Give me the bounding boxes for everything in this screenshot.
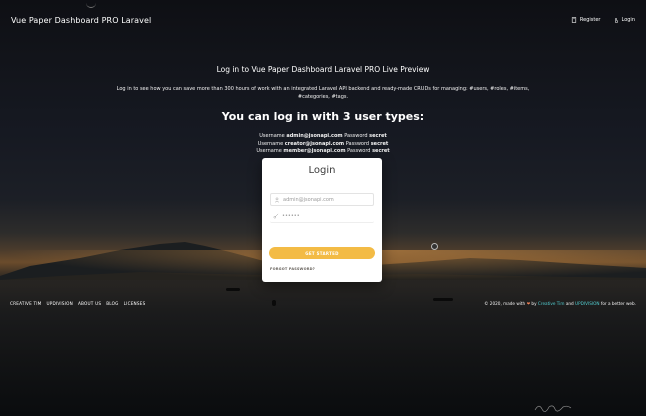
- username-label: Username: [256, 148, 282, 154]
- username-value: creator@jsonapi.com: [284, 140, 345, 147]
- username-value: member@jsonapi.com: [283, 148, 346, 154]
- updivision-link[interactable]: UPDIVISION: [575, 301, 599, 306]
- password-label: Password: [345, 140, 370, 147]
- creative-tim-link[interactable]: Creative Tim: [538, 301, 565, 306]
- copyright-and: and: [565, 300, 574, 306]
- username-label: Username: [259, 133, 285, 139]
- copyright-suffix: for a better web.: [600, 300, 636, 306]
- register-link[interactable]: Register: [571, 17, 601, 23]
- tap-icon: [614, 18, 618, 23]
- login-card-title: Login: [308, 165, 336, 176]
- credentials-list: Username admin@jsonapi.com Password secr…: [0, 133, 646, 156]
- password-label: Password: [347, 148, 371, 154]
- user-icon: [274, 197, 280, 203]
- password-field[interactable]: [270, 210, 374, 223]
- get-started-button[interactable]: GET STARTED: [269, 247, 375, 259]
- brand-title[interactable]: Vue Paper Dashboard PRO Laravel: [11, 16, 151, 25]
- login-link[interactable]: Login: [613, 17, 636, 23]
- footer-link-updivision[interactable]: UPDIVISION: [46, 301, 72, 306]
- credential-line-member: Username member@jsonapi.com Password sec…: [0, 148, 646, 156]
- email-field[interactable]: [270, 193, 374, 206]
- register-label: Register: [579, 17, 601, 23]
- page-title: Log in to Vue Paper Dashboard Laravel PR…: [216, 65, 430, 74]
- credential-line-admin: Username admin@jsonapi.com Password secr…: [0, 133, 646, 141]
- login-label: Login: [621, 17, 636, 23]
- password-value: secret: [369, 133, 387, 139]
- mouse-cursor-indicator: [431, 243, 438, 250]
- signature-watermark: [534, 405, 572, 412]
- password-label: Password: [344, 133, 368, 139]
- user-types-heading: You can log in with 3 user types:: [221, 110, 425, 123]
- forgot-password-link[interactable]: FORGOT PASSWORD?: [270, 267, 315, 271]
- book-icon: [571, 17, 577, 23]
- footer-link-about-us[interactable]: ABOUT US: [78, 301, 101, 306]
- login-card: Login GET STARTED FORGOT PASSWORD?: [262, 158, 382, 282]
- heart-icon: ❤: [526, 300, 531, 306]
- footer-link-blog[interactable]: BLOG: [106, 301, 118, 306]
- background-boat: [226, 288, 240, 291]
- intro-description: Log in to see how you can save more than…: [116, 86, 530, 100]
- username-label: Username: [257, 140, 284, 147]
- intro-section: Log in to Vue Paper Dashboard Laravel PR…: [0, 65, 646, 156]
- password-value: secret: [370, 140, 389, 147]
- password-input[interactable]: [282, 213, 372, 219]
- footer-link-licenses[interactable]: LICENSES: [124, 301, 146, 306]
- copyright-prefix: © 2020, made with: [484, 300, 526, 306]
- credential-line-creator: Username creator@jsonapi.com Password se…: [0, 141, 646, 149]
- top-navbar: Vue Paper Dashboard PRO Laravel Register…: [0, 0, 646, 40]
- copyright-by: by: [531, 300, 537, 306]
- footer-links: CREATIVE TIM UPDIVISION ABOUT US BLOG LI…: [10, 301, 145, 306]
- footer: CREATIVE TIM UPDIVISION ABOUT US BLOG LI…: [0, 298, 646, 308]
- copyright-text: © 2020, made with ❤ by Creative Tim and …: [484, 301, 636, 306]
- nav-links: Register Login: [571, 17, 635, 23]
- username-value: admin@jsonapi.com: [286, 133, 343, 139]
- email-input[interactable]: [283, 196, 373, 203]
- password-value: secret: [372, 148, 390, 154]
- key-icon: [273, 213, 279, 219]
- footer-link-creative-tim[interactable]: CREATIVE TIM: [10, 301, 41, 306]
